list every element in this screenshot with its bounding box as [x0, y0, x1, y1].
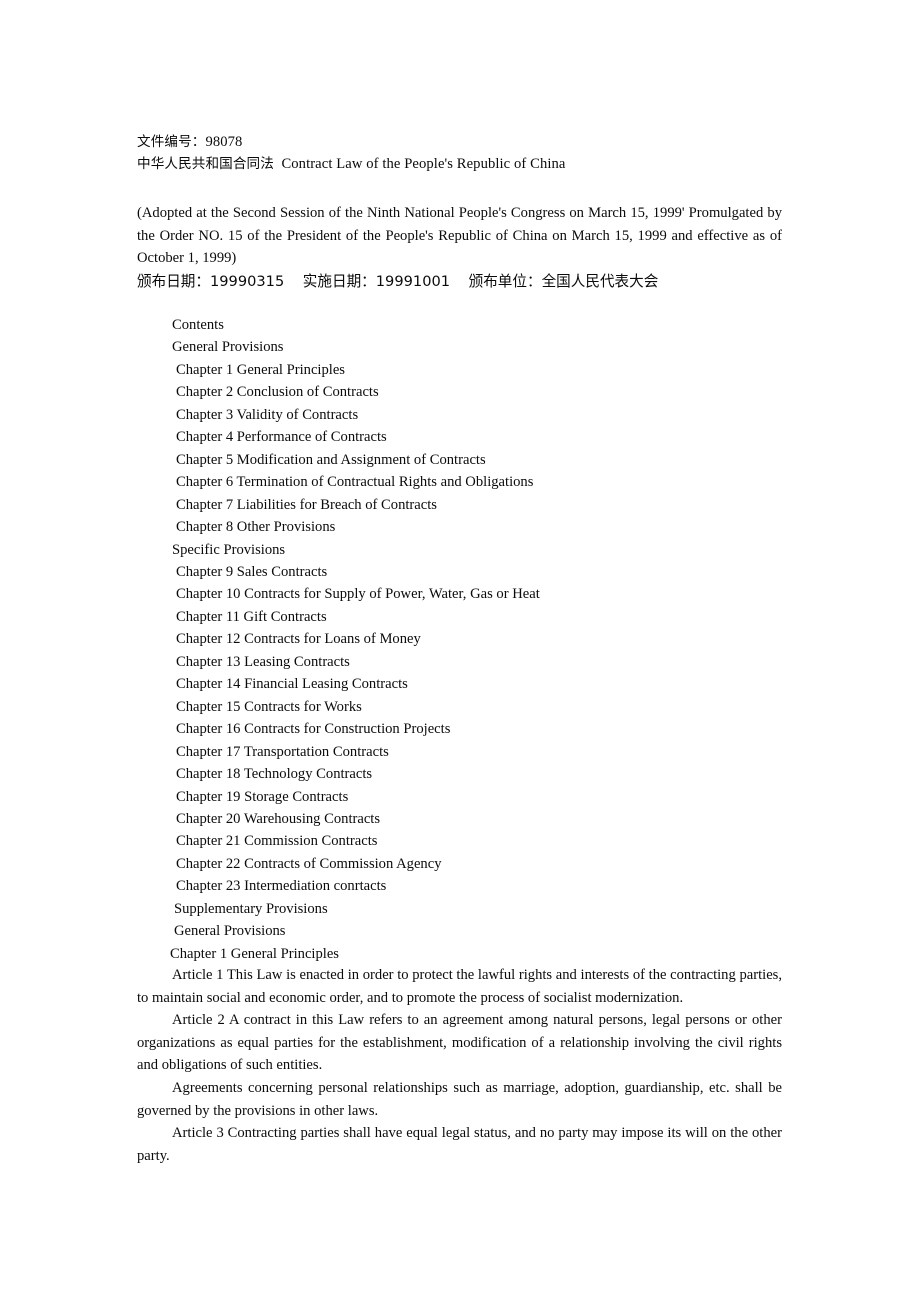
toc-entry: Chapter 20 Warehousing Contracts [176, 810, 381, 827]
toc-entry: Chapter 23 Intermediation conrtacts [176, 878, 387, 895]
toc-entry: Chapter 4 Performance of Contracts [176, 429, 387, 446]
toc-entry: Supplementary Provisions [174, 900, 328, 917]
toc-entry: Chapter 7 Liabilities for Breach of Cont… [176, 496, 437, 513]
toc-entry: Chapter 21 Commission Contracts [176, 833, 378, 850]
toc-entry: Chapter 13 Leasing Contracts [176, 653, 350, 670]
article-body: Article 1 This Law is enacted in order t… [137, 964, 782, 1167]
toc-entry: Chapter 18 Technology Contracts [176, 766, 373, 783]
article-paragraph: Article 3 Contracting parties shall have… [137, 1125, 782, 1164]
toc-entry: Chapter 9 Sales Contracts [176, 563, 328, 580]
toc-entry: Chapter 11 Gift Contracts [176, 608, 327, 625]
toc-entry: Chapter 3 Validity of Contracts [176, 406, 359, 423]
adoption-note: (Adopted at the Second Session of the Ni… [137, 205, 782, 267]
toc-entry: Chapter 1 General Principles [170, 945, 339, 962]
document-title-english-text: Contract Law of the People's Republic of… [281, 156, 566, 172]
toc-entry: Chapter 19 Storage Contracts [176, 788, 349, 805]
toc-entry: Chapter 15 Contracts for Works [176, 698, 362, 715]
toc-entry: Contents [172, 317, 224, 333]
adoption-block: (Adopted at the Second Session of the Ni… [137, 202, 782, 293]
toc-entry: Chapter 8 Other Provisions [176, 519, 336, 536]
article-paragraph: Article 1 This Law is enacted in order t… [137, 967, 782, 1006]
promulgation-dates-line: 颁布日期：19990315 实施日期：19991001 颁布单位：全国人民代表大… [137, 272, 659, 290]
toc-entry: Chapter 14 Financial Leasing Contracts [176, 676, 408, 693]
toc-entry: Chapter 2 Conclusion of Contracts [176, 384, 379, 401]
table-of-contents: Contents General Provisions Chapter 1 Gene… [137, 314, 782, 965]
document-meta: 文件编号：98078 中华人民共和国合同法 Contract Law of th… [137, 131, 782, 175]
toc-entry: Chapter 10 Contracts for Supply of Power… [176, 586, 540, 603]
file-number-value: 98078 [205, 134, 243, 150]
document-title-line: 中华人民共和国合同法 Contract Law of the People's … [137, 153, 782, 175]
toc-entry: Specific Provisions [172, 541, 286, 558]
toc-entry: Chapter 16 Contracts for Construction Pr… [176, 721, 451, 738]
article-paragraph: Agreements concerning personal relations… [137, 1079, 782, 1119]
document-page: 文件编号：98078 中华人民共和国合同法 Contract Law of th… [0, 0, 920, 1302]
toc-entry: General Provisions [172, 339, 284, 356]
document-title-chinese: 中华人民共和国合同法 [137, 156, 274, 172]
toc-entry: General Provisions [174, 923, 286, 940]
toc-entry: Chapter 5 Modification and Assignment of… [176, 451, 486, 468]
file-number-line: 文件编号：98078 [137, 131, 782, 153]
article-paragraph: Article 2 A contract in this Law refers … [137, 1012, 782, 1074]
toc-entry: Chapter 12 Contracts for Loans of Money [176, 631, 421, 648]
toc-entry: Chapter 6 Termination of Contractual Rig… [176, 474, 534, 491]
toc-entry: Chapter 22 Contracts of Commission Agenc… [176, 855, 442, 872]
toc-entry: Chapter 1 General Principles [176, 361, 345, 378]
toc-entry: Chapter 17 Transportation Contracts [176, 743, 389, 760]
file-number-label: 文件编号： [137, 134, 206, 150]
